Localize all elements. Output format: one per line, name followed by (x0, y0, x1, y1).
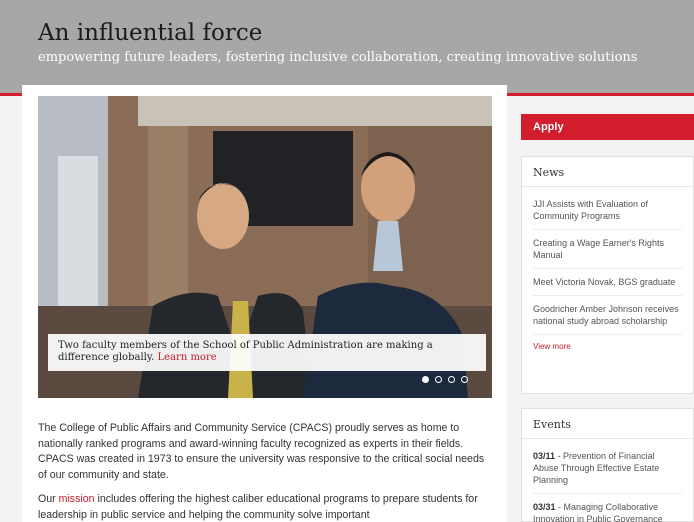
carousel-indicators (422, 376, 468, 383)
hero-caption-text: Two faculty members of the School of Pub… (58, 340, 433, 363)
news-item[interactable]: JJI Assists with Evaluation of Community… (533, 191, 682, 230)
page-subtitle: empowering future leaders, fostering inc… (38, 50, 638, 65)
page-title: An influential force (38, 20, 263, 46)
view-more-link[interactable]: View more (522, 335, 693, 358)
intro-text: The College of Public Affairs and Commun… (38, 421, 494, 522)
hero-caption: Two faculty members of the School of Pub… (48, 334, 486, 371)
intro-paragraph-2-end: includes offering the highest caliber ed… (38, 493, 478, 521)
intro-paragraph-2-start: Our (38, 493, 56, 505)
events-list: 03/11 - Prevention of Financial Abuse Th… (522, 443, 693, 522)
event-item[interactable]: 03/31 - Managing Collaborative Innovatio… (533, 494, 682, 522)
events-heading: Events (522, 409, 693, 439)
apply-button[interactable]: Apply (521, 114, 694, 140)
carousel-dot-1[interactable] (422, 376, 429, 383)
event-item[interactable]: 03/11 - Prevention of Financial Abuse Th… (533, 443, 682, 494)
event-date: 03/11 (533, 451, 556, 461)
intro-paragraph-2: Our mission includes offering the highes… (38, 492, 494, 522)
intro-paragraph-1: The College of Public Affairs and Commun… (38, 422, 485, 481)
news-item[interactable]: Goodricher Amber Johnson receives nation… (533, 296, 682, 335)
news-item[interactable]: Meet Victoria Novak, BGS graduate (533, 269, 682, 296)
news-panel: News JJI Assists with Evaluation of Comm… (521, 156, 694, 394)
learn-more-link[interactable]: Learn more (158, 352, 217, 363)
mission-link[interactable]: mission (59, 493, 95, 505)
header-banner: An influential force empowering future l… (0, 0, 694, 96)
news-item[interactable]: Creating a Wage Earner's Rights Manual (533, 230, 682, 269)
carousel-dot-3[interactable] (448, 376, 455, 383)
carousel-dot-4[interactable] (461, 376, 468, 383)
events-panel: Events 03/11 - Prevention of Financial A… (521, 408, 694, 522)
carousel-dot-2[interactable] (435, 376, 442, 383)
news-list: JJI Assists with Evaluation of Community… (522, 191, 693, 335)
news-heading: News (522, 157, 693, 187)
event-date: 03/31 (533, 502, 556, 512)
